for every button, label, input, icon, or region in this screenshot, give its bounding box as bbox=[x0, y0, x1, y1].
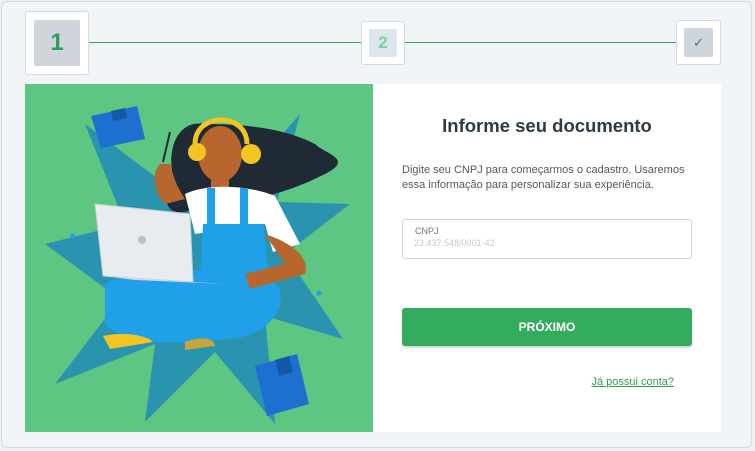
cnpj-field[interactable]: CNPJ bbox=[402, 219, 692, 259]
checkmark-icon: ✓ bbox=[684, 28, 713, 57]
page-title: Informe seu documento bbox=[442, 115, 652, 136]
login-link[interactable]: Já possui conta? bbox=[591, 376, 674, 388]
step-2-number: 2 bbox=[369, 29, 397, 57]
step-3-indicator[interactable]: ✓ bbox=[676, 20, 721, 65]
step-1-number: 1 bbox=[34, 20, 80, 66]
step-connector-1 bbox=[89, 42, 361, 43]
onboarding-illustration bbox=[25, 84, 373, 432]
person-with-laptop-illustration bbox=[45, 106, 350, 424]
headphone-right bbox=[241, 144, 261, 164]
form-description: Digite seu CNPJ para começarmos o cadast… bbox=[402, 164, 685, 191]
step-1-indicator[interactable]: 1 bbox=[25, 11, 89, 75]
cnpj-input[interactable] bbox=[414, 238, 674, 248]
document-form-panel: Informe seu documento Digite seu CNPJ pa… bbox=[373, 84, 721, 432]
cnpj-label: CNPJ bbox=[415, 226, 439, 236]
box-icon-top bbox=[91, 106, 145, 148]
step-connector-2 bbox=[405, 42, 676, 43]
next-button[interactable]: PRÓXIMO bbox=[402, 308, 692, 346]
headphone-left bbox=[188, 143, 206, 161]
step-2-indicator[interactable]: 2 bbox=[361, 21, 405, 65]
